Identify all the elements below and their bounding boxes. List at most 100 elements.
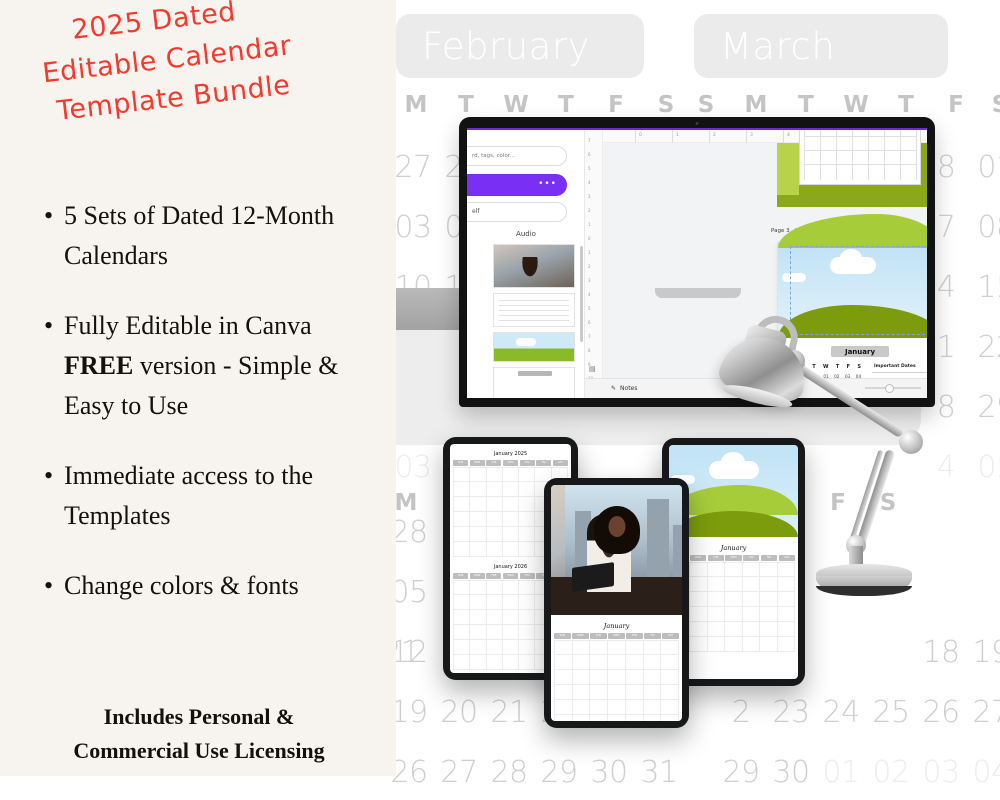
calendar-date-cell — [554, 670, 573, 685]
thumbnail-landscape[interactable] — [493, 332, 575, 362]
calendar-date-cell — [625, 640, 644, 655]
search-input[interactable]: rd, tags, color... — [467, 146, 567, 166]
ruler-line — [783, 130, 784, 143]
calendar-date-cell — [643, 670, 662, 685]
calendar-date-cell — [643, 700, 662, 715]
calendar-date-cell — [519, 482, 536, 497]
hill-light — [778, 214, 927, 248]
template-thumbnail-list[interactable] — [493, 244, 575, 398]
calendar-date-cell — [502, 467, 520, 482]
macbook-notch — [655, 288, 741, 298]
weekday-header: MON — [469, 460, 485, 466]
calendar-date-cell — [707, 637, 726, 652]
calendar-date-cell — [470, 512, 487, 527]
calendar-row — [554, 685, 680, 700]
canva-sidebar: rd, tags, color... ••• elf Audio — [467, 130, 585, 398]
calendar-date-cell — [453, 640, 471, 655]
weekday-header: MON — [572, 633, 589, 639]
calendar-date-cell — [470, 542, 487, 557]
calendar-row — [554, 670, 680, 685]
calendar-row — [554, 655, 680, 670]
calendar-date-cell — [453, 467, 471, 482]
calendar-date-cell — [643, 685, 662, 700]
sidebar-section-audio[interactable]: Audio — [467, 230, 585, 238]
weekday-header: TUE — [590, 633, 607, 639]
calendar-date-cell — [554, 700, 573, 715]
grid-view-icon[interactable]: ▤ — [589, 365, 596, 373]
vertical-ruler: 765432101234567891011 — [585, 130, 603, 398]
calendar-date-cell — [742, 622, 761, 637]
calendar-date-cell — [486, 625, 503, 640]
calendar-date-cell — [470, 640, 487, 655]
calendar-date-cell — [470, 467, 487, 482]
calendar-date-cell — [572, 655, 591, 670]
weekday-header: SUN — [453, 573, 469, 579]
face-shape — [608, 516, 625, 538]
sidebar-scrollbar[interactable] — [580, 246, 583, 342]
ruler-tick: 4 — [588, 292, 591, 297]
calendar-row — [554, 640, 680, 655]
calendar-date-cell — [554, 655, 573, 670]
calendar-date-cell — [502, 655, 520, 670]
calendar-row — [672, 637, 795, 652]
desk-scene: rd, tags, color... ••• elf Audio 7 6 5 4… — [347, 0, 1000, 800]
calendar-date-cell — [502, 482, 520, 497]
primary-action-button[interactable]: ••• — [467, 174, 567, 196]
thumbnail-calendar-header[interactable] — [493, 367, 575, 398]
calendar-date-cell — [661, 685, 680, 700]
lamp-base-bottom — [816, 586, 912, 596]
calendar-date-cell — [707, 622, 726, 637]
calendar-date-cell — [486, 655, 503, 670]
calendar-date-cell — [554, 685, 573, 700]
calendar-date-cell — [777, 622, 795, 637]
ruler-tick: 8 — [588, 348, 591, 353]
notes-icon: ✎ — [611, 385, 617, 392]
calendar-date-cell — [470, 527, 487, 542]
weekday-header: THU — [626, 633, 643, 639]
tablet-front: January SUN MON TUE WED THU FRI SAT — [544, 478, 689, 728]
feature-bullet: • 5 Sets of Dated 12-Month Calendars — [44, 196, 374, 276]
tablet-front-screen[interactable]: January SUN MON TUE WED THU FRI SAT — [551, 485, 682, 721]
calendar-date-cell — [486, 542, 503, 557]
grid-line — [868, 130, 869, 180]
calendar-date-cell — [502, 527, 520, 542]
calendar-date-cell — [519, 610, 536, 625]
weekday-header: TUE — [486, 460, 502, 466]
ruler-tick: 0 — [588, 236, 591, 241]
thumbnail-photo[interactable] — [493, 244, 575, 288]
calendar-date-cell — [608, 685, 626, 700]
page-2-artboard[interactable] — [777, 130, 927, 207]
calendar-date-cell — [502, 640, 520, 655]
ruler-tick: 2 — [713, 133, 716, 138]
weekday-header: SUN — [554, 633, 571, 639]
ruler-tick: 4 — [588, 180, 591, 185]
calendar-row — [554, 715, 680, 721]
more-options-icon[interactable]: ••• — [538, 180, 557, 189]
grid-line — [900, 130, 901, 180]
calendar-date-cell — [661, 655, 680, 670]
calendar-date-cell — [625, 685, 644, 700]
calendar-date-cell — [661, 715, 680, 721]
ruler-tick: 1 — [588, 222, 591, 227]
calendar-date-cell — [707, 607, 726, 622]
bullet-dot-icon: • — [44, 311, 54, 340]
calendar-date-cell — [470, 580, 487, 595]
calendar-row — [672, 622, 795, 637]
lamp-shade — [714, 328, 814, 410]
calendar-date-cell — [760, 637, 778, 652]
calendar-date-cell — [519, 580, 536, 595]
secondary-field[interactable]: elf — [467, 202, 567, 222]
calendar-date-cell — [486, 512, 503, 527]
weekday-header: TUE — [486, 573, 502, 579]
calendar-date-cell — [572, 670, 591, 685]
ruler-tick: 6 — [588, 320, 591, 325]
ruler-tick: 3 — [588, 194, 591, 199]
calendar-date-cell — [470, 625, 487, 640]
thumbnail-calendar[interactable] — [493, 293, 575, 327]
calendar-date-cell — [470, 610, 487, 625]
ruler-tick: 1 — [676, 133, 679, 138]
lamp-joint-mid — [899, 430, 923, 454]
notes-button[interactable]: ✎ Notes — [611, 385, 637, 392]
calendar-date-cell — [643, 640, 662, 655]
calendar-date-cell — [470, 655, 487, 670]
